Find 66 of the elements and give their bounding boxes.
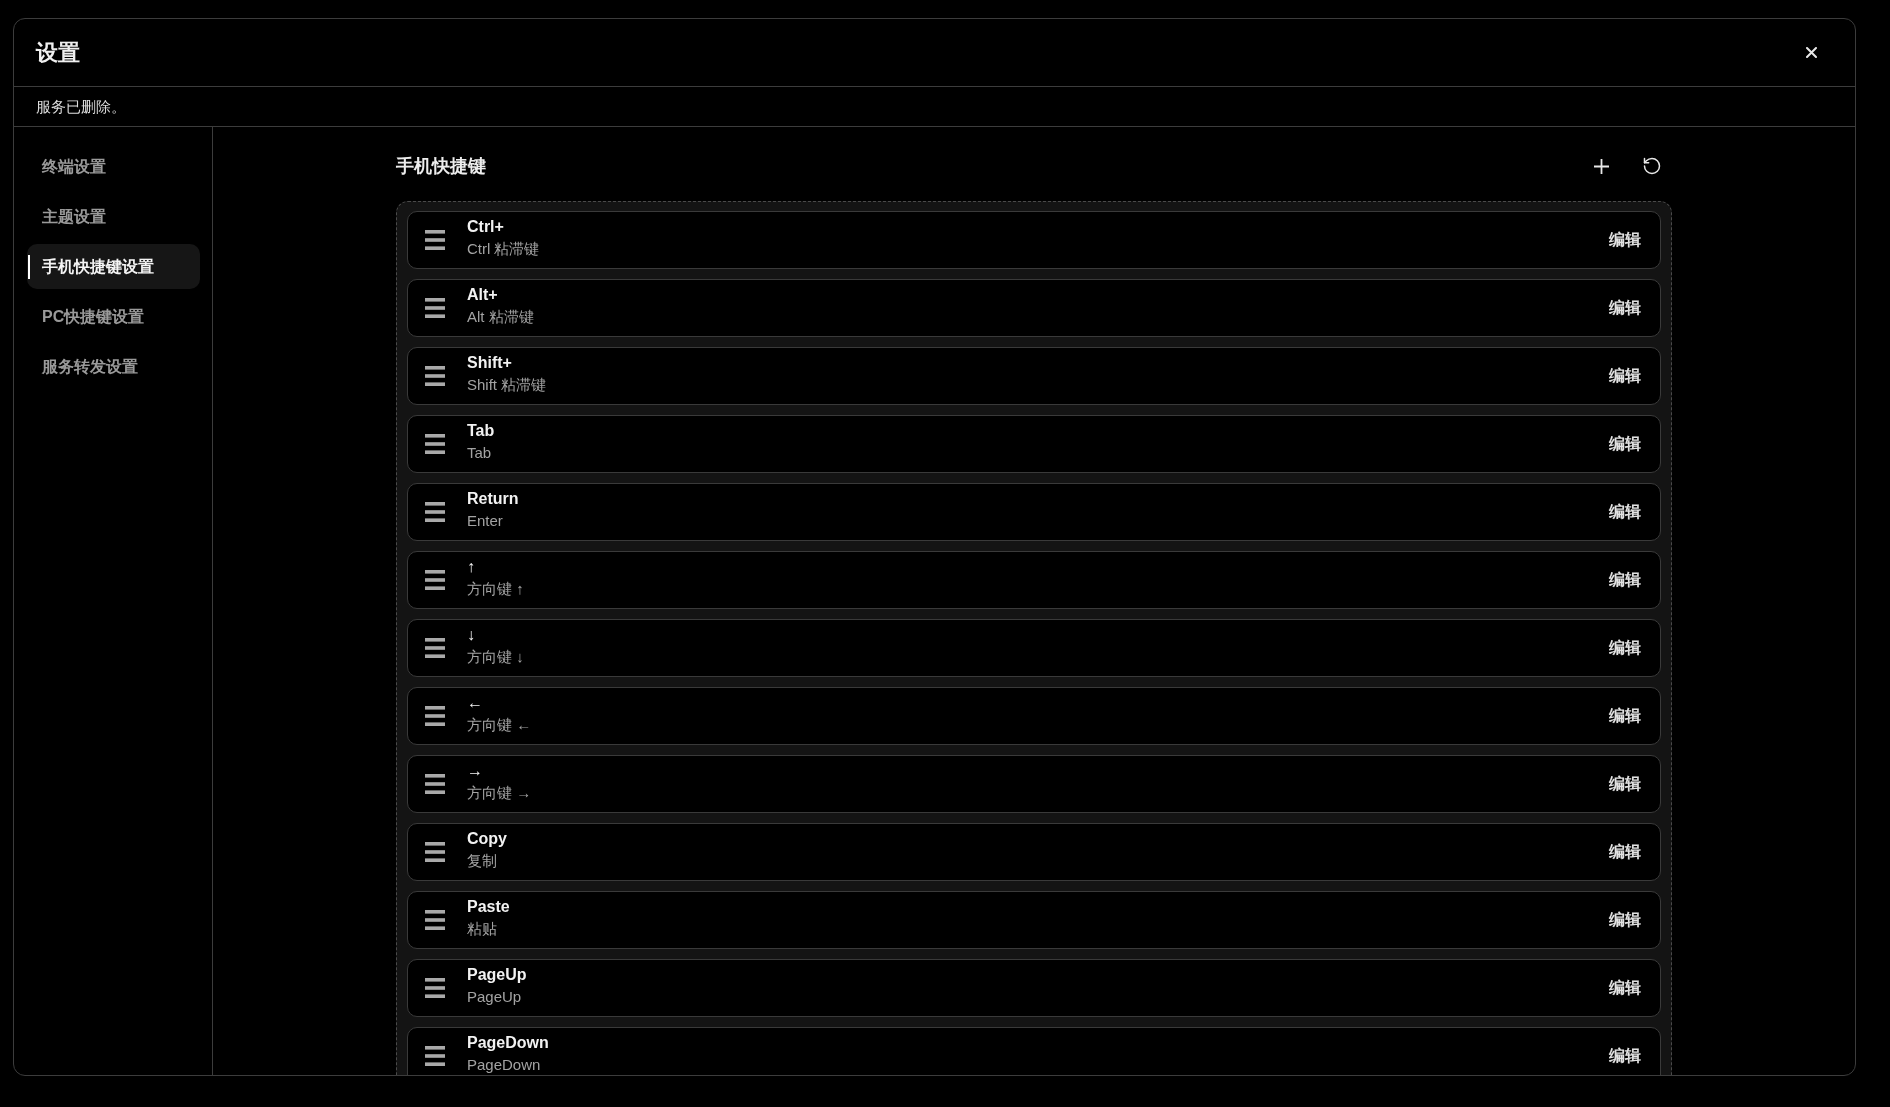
shortcut-description: Shift 粘滞键 (467, 376, 547, 394)
plus-icon (1594, 158, 1609, 174)
sidebar-item[interactable]: 手机快捷键设置 (27, 244, 200, 289)
shortcut-name: → (467, 761, 484, 781)
edit-button[interactable]: 编辑 (1609, 501, 1641, 523)
edit-button[interactable]: 编辑 (1609, 841, 1641, 863)
shortcut-name: ↓ (467, 625, 476, 645)
reset-button[interactable] (1642, 156, 1662, 176)
edit-button[interactable]: 编辑 (1609, 1045, 1641, 1067)
drag-handle-icon[interactable] (425, 502, 445, 522)
shortcut-description: 粘贴 (467, 920, 498, 938)
edit-button[interactable]: 编辑 (1609, 365, 1641, 387)
sidebar-item[interactable]: 终端设置 (27, 144, 200, 189)
shortcut-name: Ctrl+ (467, 217, 505, 237)
shortcut-name: ← (467, 693, 484, 713)
drag-handle-icon[interactable] (425, 1046, 445, 1066)
shortcut-description: 方向键 ↑ (467, 580, 524, 598)
shortcut-description: 方向键 ← (467, 716, 532, 734)
shortcut-description: Alt 粘滞键 (467, 308, 534, 326)
shortcut-name: Paste (467, 897, 510, 917)
section-title: 手机快捷键 (396, 155, 486, 177)
sidebar-item[interactable]: 主题设置 (27, 194, 200, 239)
drag-handle-icon[interactable] (425, 638, 445, 658)
shortcut-description: Ctrl 粘滞键 (467, 240, 540, 258)
shortcut-name: Alt+ (467, 285, 499, 305)
drag-handle-icon[interactable] (425, 978, 445, 998)
close-icon (1806, 47, 1817, 58)
edit-button[interactable]: 编辑 (1609, 637, 1641, 659)
drag-handle-icon[interactable] (425, 366, 445, 386)
shortcut-description: 复制 (467, 852, 498, 870)
sidebar-item[interactable]: 服务转发设置 (27, 344, 200, 389)
shortcut-description: PageUp (467, 988, 523, 1006)
status-message: 服务已删除。 (36, 96, 126, 117)
shortcut-name: Shift+ (467, 353, 513, 373)
drag-handle-icon[interactable] (425, 434, 445, 454)
shortcut-description: 方向键 ↓ (467, 648, 524, 666)
shortcut-name: Copy (467, 829, 507, 849)
edit-button[interactable]: 编辑 (1609, 773, 1641, 795)
edit-button[interactable]: 编辑 (1609, 569, 1641, 591)
drag-handle-icon[interactable] (425, 570, 445, 590)
drag-handle-icon[interactable] (425, 298, 445, 318)
edit-button[interactable]: 编辑 (1609, 297, 1641, 319)
shortcut-name: Return (467, 489, 519, 509)
edit-button[interactable]: 编辑 (1609, 977, 1641, 999)
shortcut-description: Enter (467, 512, 504, 530)
sidebar-item[interactable]: PC快捷键设置 (27, 294, 200, 339)
drag-handle-icon[interactable] (425, 910, 445, 930)
edit-button[interactable]: 编辑 (1609, 909, 1641, 931)
shortcut-name: PageUp (467, 965, 527, 985)
add-button[interactable] (1594, 158, 1609, 174)
drag-handle-icon[interactable] (425, 706, 445, 726)
shortcut-description: PageDown (467, 1056, 542, 1074)
drag-handle-icon[interactable] (425, 842, 445, 862)
edit-button[interactable]: 编辑 (1609, 433, 1641, 455)
shortcut-name: ↑ (467, 557, 476, 577)
refresh-icon (1642, 156, 1662, 176)
shortcut-name: PageDown (467, 1033, 549, 1053)
dialog-title: 设置 (36, 38, 80, 67)
edit-button[interactable]: 编辑 (1609, 229, 1641, 251)
close-button[interactable] (1806, 47, 1817, 58)
shortcut-description: 方向键 → (467, 784, 532, 802)
shortcut-description: Tab (467, 444, 493, 462)
drag-handle-icon[interactable] (425, 230, 445, 250)
drag-handle-icon[interactable] (425, 774, 445, 794)
shortcut-name: Tab (467, 421, 495, 441)
edit-button[interactable]: 编辑 (1609, 705, 1641, 727)
